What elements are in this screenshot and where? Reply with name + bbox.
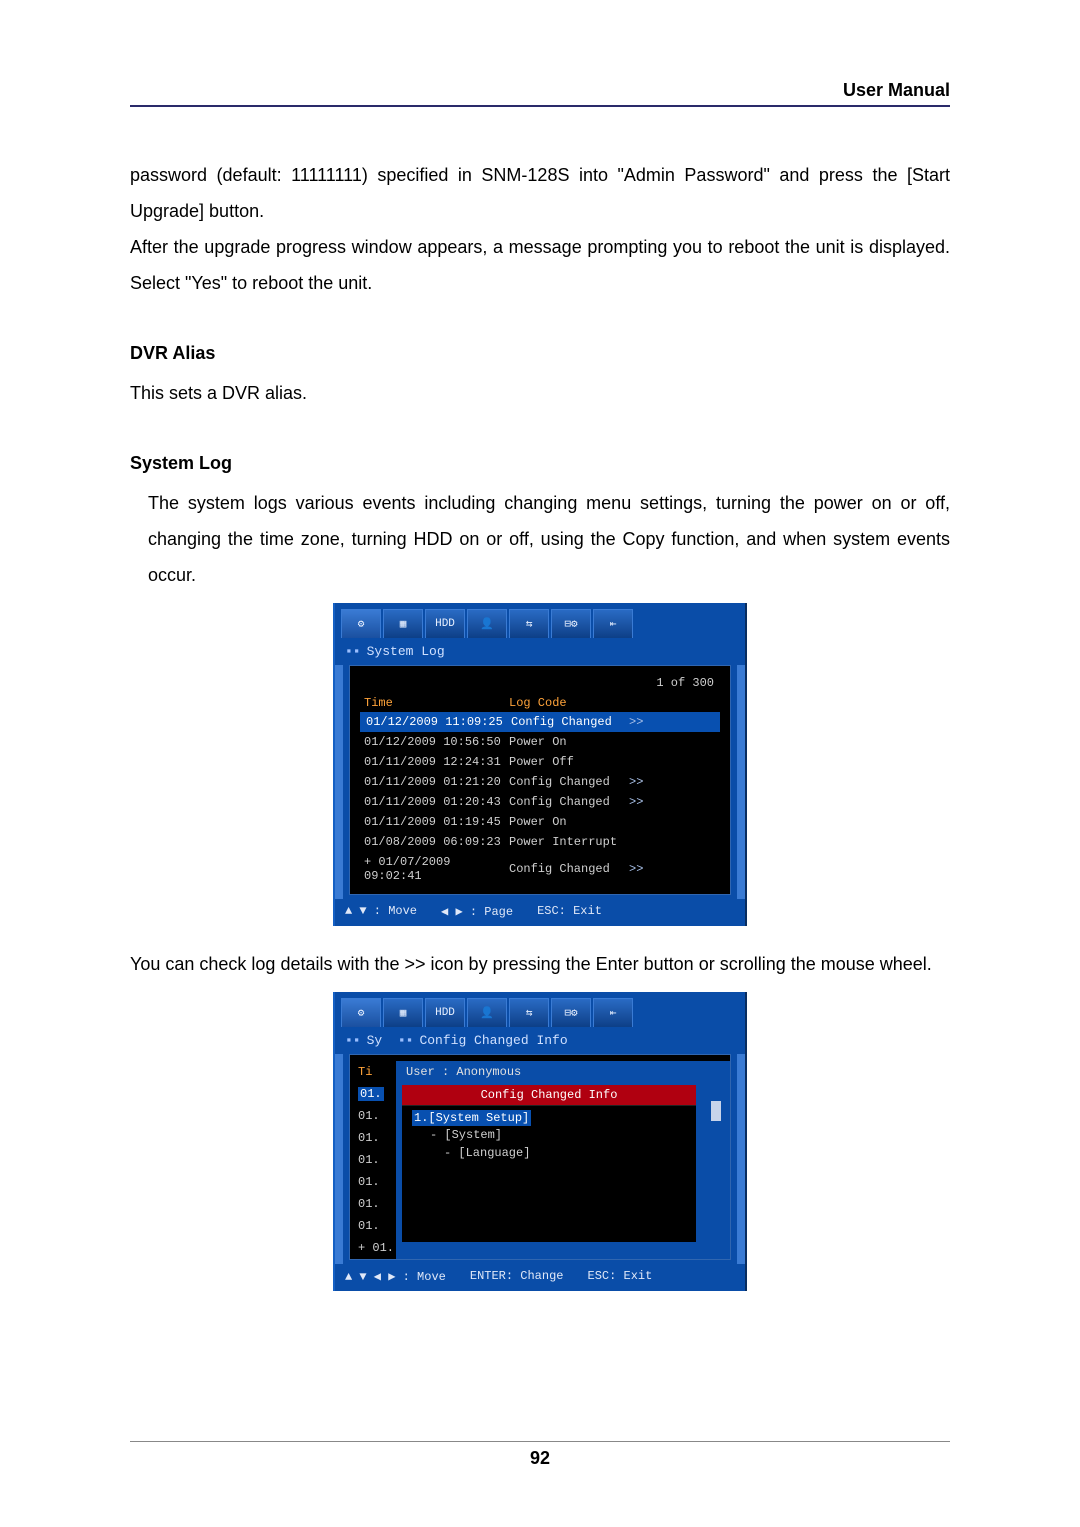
tab-display-icon[interactable]: ▦ [383,998,423,1027]
side-indicator [737,1054,745,1264]
panel-title: ▪▪Sy ▪▪Config Changed Info [335,1027,745,1054]
tab-system-icon[interactable]: ⚙ [341,998,381,1027]
hint-exit: ESC: Exit [537,904,602,919]
section-system-log-title: System Log [130,445,950,481]
col-time: Time [364,696,509,710]
info-line: - [Language] [412,1144,690,1162]
hint-page: ◀ ▶ : Page [441,904,513,919]
section-system-log-body: The system logs various events including… [130,485,950,593]
log-row[interactable]: 01/11/2009 12:24:31Power Off [360,752,720,772]
hint-exit: ESC: Exit [588,1269,653,1284]
tab-user-icon[interactable]: 👤 [467,609,507,638]
page-number: 92 [130,1441,950,1469]
tab-bar: ⚙ ▦ HDD 👤 ⇆ ⊟⚙ ⇤ [335,603,745,638]
screenshot-config-changed: ⚙ ▦ HDD 👤 ⇆ ⊟⚙ ⇤ ▪▪Sy ▪▪Config Changed I… [333,992,747,1291]
tab-hdd-icon[interactable]: HDD [425,609,465,638]
tab-misc-icon[interactable]: ⊟⚙ [551,609,591,638]
tab-bar: ⚙ ▦ HDD 👤 ⇆ ⊟⚙ ⇤ [335,992,745,1027]
side-indicator [737,665,745,899]
hint-enter: ENTER: Change [470,1269,564,1284]
log-row[interactable]: 01/08/2009 06:09:23Power Interrupt [360,832,720,852]
tab-network-icon[interactable]: ⇆ [509,609,549,638]
info-user: User : Anonymous [396,1061,702,1085]
info-panel: Ti 01. 01. 01. 01. 01. 01. 01. + 01. Use… [349,1054,731,1260]
log-row[interactable]: 01/11/2009 01:21:20Config Changed>> [360,772,720,792]
log-header: Time Log Code [360,694,720,712]
info-line: - [System] [412,1126,690,1144]
tab-system-icon[interactable]: ⚙ [341,609,381,638]
panel-icon: ▪▪ [345,1033,361,1048]
tab-exit-icon[interactable]: ⇤ [593,998,633,1027]
tab-user-icon[interactable]: 👤 [467,998,507,1027]
log-row[interactable]: 01/11/2009 01:20:43Config Changed>> [360,792,720,812]
hint-move: ▲ ▼ : Move [345,904,417,919]
section-dvr-alias-body: This sets a DVR alias. [130,375,950,411]
page-header: User Manual [130,80,950,107]
panel-icon: ▪▪ [398,1033,414,1048]
panel-icon: ▪▪ [345,644,361,659]
tab-misc-icon[interactable]: ⊟⚙ [551,998,591,1027]
side-indicator [335,665,343,899]
log-panel: 1 of 300 Time Log Code 01/12/2009 11:09:… [349,665,731,895]
log-row[interactable]: 01/11/2009 01:19:45Power On [360,812,720,832]
info-header-bar: Config Changed Info [402,1085,696,1105]
paragraph-after-shot1: You can check log details with the >> ic… [130,946,950,982]
panel-title: ▪▪System Log [335,638,745,665]
hint-move: ▲ ▼ ◀ ▶ : Move [345,1269,446,1284]
pager: 1 of 300 [360,672,720,694]
footer-bar: ▲ ▼ : Move ◀ ▶ : Page ESC: Exit [335,899,745,926]
info-line-selected[interactable]: 1.[System Setup] [412,1110,531,1126]
tab-display-icon[interactable]: ▦ [383,609,423,638]
section-dvr-alias-title: DVR Alias [130,335,950,371]
log-row[interactable]: 01/12/2009 11:09:25 Config Changed >> [360,712,720,732]
log-row[interactable]: + 01/07/2009 09:02:41Config Changed>> [360,852,720,886]
info-box: 1.[System Setup] - [System] - [Language] [402,1105,696,1242]
left-time-strip: Ti 01. 01. 01. 01. 01. 01. 01. + 01. [350,1061,396,1259]
side-indicator [335,1054,343,1264]
scrollbar-thumb[interactable] [711,1101,721,1121]
tab-hdd-icon[interactable]: HDD [425,998,465,1027]
col-code: Log Code [509,696,567,710]
paragraph-1: password (default: 11111111) specified i… [130,157,950,229]
footer-bar: ▲ ▼ ◀ ▶ : Move ENTER: Change ESC: Exit [335,1264,745,1291]
screenshot-system-log: ⚙ ▦ HDD 👤 ⇆ ⊟⚙ ⇤ ▪▪System Log 1 of 300 T… [333,603,747,926]
header-title: User Manual [843,80,950,100]
log-row[interactable]: 01/12/2009 10:56:50Power On [360,732,720,752]
tab-exit-icon[interactable]: ⇤ [593,609,633,638]
tab-network-icon[interactable]: ⇆ [509,998,549,1027]
paragraph-2: After the upgrade progress window appear… [130,229,950,301]
